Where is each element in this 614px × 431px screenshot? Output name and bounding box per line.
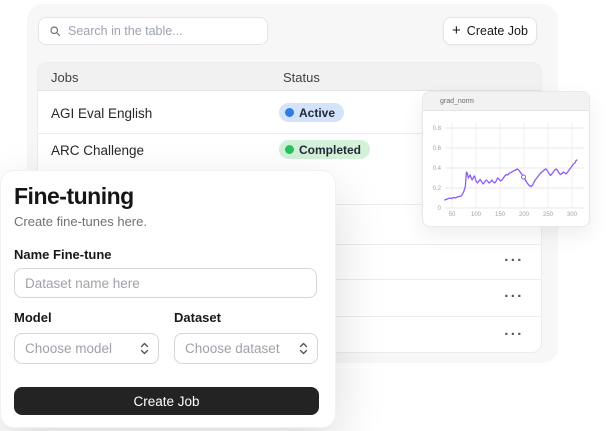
row-menu-button[interactable]: ···	[498, 289, 530, 305]
svg-text:150: 150	[495, 212, 506, 218]
dataset-select[interactable]: Choose dataset	[174, 333, 318, 364]
finetune-name-input[interactable]	[14, 268, 317, 298]
svg-text:200: 200	[519, 212, 530, 218]
model-select-value: Choose model	[25, 341, 112, 356]
model-label: Model	[14, 310, 52, 325]
fine-tuning-modal: Fine-tuning Create fine-tunes here. Name…	[0, 170, 336, 428]
chart-header: grad_norm	[423, 92, 589, 111]
grad-norm-chart-panel: grad_norm 0 0.2 0.4 0.6 0.8 50 100 150 200 250 300	[422, 91, 590, 227]
modal-create-job-button[interactable]: Create Job	[14, 387, 319, 415]
line-chart: 0 0.2 0.4 0.6 0.8 50 100 150 200 250 300	[423, 111, 589, 226]
status-badge: Active	[279, 103, 344, 122]
chevron-up-down-icon	[299, 342, 308, 355]
svg-text:100: 100	[471, 212, 482, 218]
column-header-jobs: Jobs	[51, 70, 78, 85]
column-header-status: Status	[283, 70, 320, 85]
search-icon	[49, 25, 61, 37]
modal-subtitle: Create fine-tunes here.	[14, 214, 147, 229]
row-menu-button[interactable]: ···	[498, 327, 530, 343]
status-dot-icon	[285, 145, 294, 154]
name-finetune-label: Name Fine-tune	[14, 247, 112, 262]
dataset-select-value: Choose dataset	[185, 341, 280, 356]
svg-text:300: 300	[567, 212, 578, 218]
status-badge: Completed	[279, 140, 370, 159]
table-search-input[interactable]	[38, 17, 268, 45]
plus-icon: +	[452, 23, 461, 38]
modal-title: Fine-tuning	[14, 183, 134, 210]
svg-text:0: 0	[438, 206, 442, 212]
table-header-row: Jobs Status	[38, 63, 541, 91]
status-label: Completed	[299, 143, 361, 157]
svg-text:0.2: 0.2	[433, 186, 442, 192]
status-dot-icon	[285, 108, 294, 117]
search-input[interactable]	[68, 24, 257, 38]
svg-text:50: 50	[449, 212, 456, 218]
job-name: ARC Challenge	[51, 143, 144, 158]
create-job-button[interactable]: + Create Job	[443, 17, 537, 45]
svg-text:250: 250	[543, 212, 554, 218]
job-name: AGI Eval English	[51, 106, 152, 121]
status-label: Active	[299, 106, 335, 120]
model-select[interactable]: Choose model	[14, 333, 159, 364]
create-job-label: Create Job	[467, 24, 528, 38]
svg-text:0.4: 0.4	[433, 166, 442, 172]
chevron-up-down-icon	[140, 342, 149, 355]
svg-text:0.8: 0.8	[433, 126, 442, 132]
chart-title: grad_norm	[423, 98, 474, 105]
row-menu-button[interactable]: ···	[498, 253, 530, 269]
dataset-label: Dataset	[174, 310, 221, 325]
svg-text:0.6: 0.6	[433, 146, 442, 152]
